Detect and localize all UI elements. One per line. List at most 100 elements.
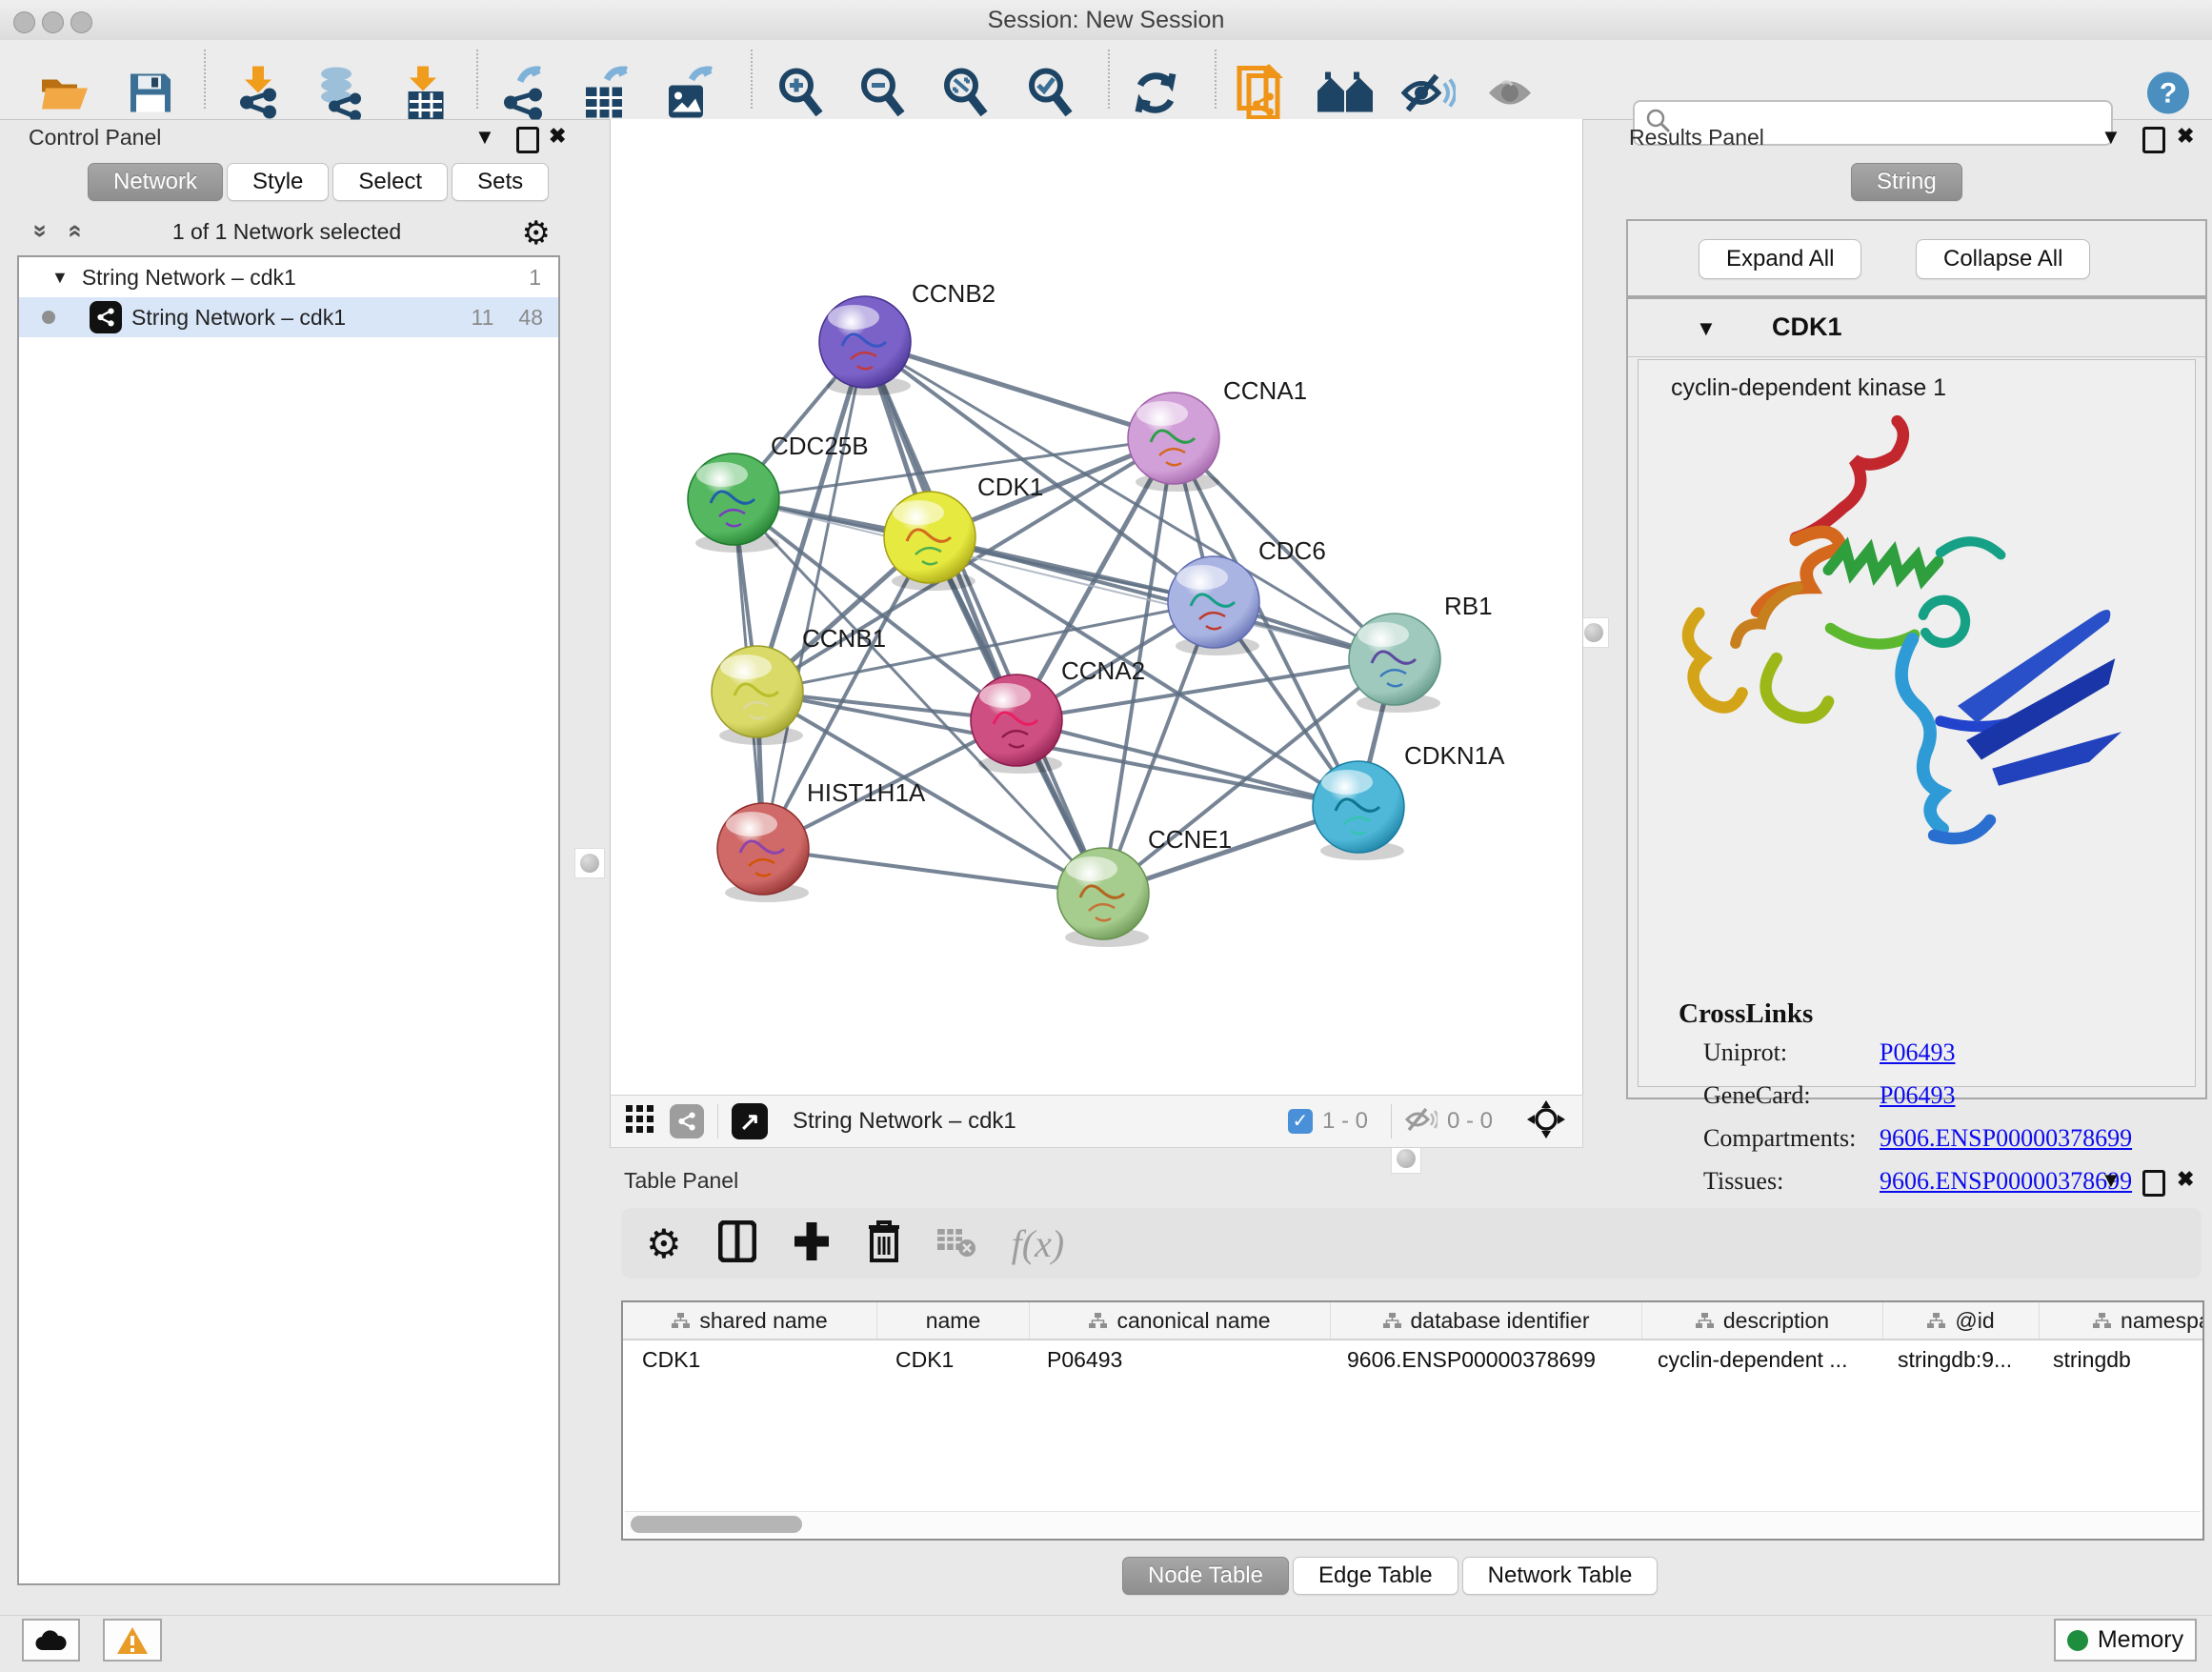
column-header-description[interactable]: description [1642, 1302, 1883, 1339]
warning-icon [116, 1626, 149, 1655]
export-image-icon[interactable] [665, 67, 714, 125]
fit-selected-crosshair-icon[interactable] [1527, 1100, 1565, 1143]
network-row[interactable]: String Network – cdk1 11 48 [19, 297, 558, 337]
tab-string[interactable]: String [1851, 163, 1962, 201]
warning-status-button[interactable] [103, 1619, 162, 1662]
export-table-icon[interactable] [582, 67, 632, 125]
hide-selected-icon[interactable] [1400, 71, 1456, 121]
zoom-window-button[interactable] [70, 11, 92, 33]
clone-network-icon[interactable] [1236, 65, 1285, 127]
node-table[interactable]: shared namenamecanonical namedatabase id… [621, 1300, 2204, 1541]
entry-collapse-icon[interactable]: ▼ [1696, 316, 1717, 341]
memory-status-button[interactable]: Memory [2054, 1619, 2197, 1662]
table-options-gear-icon[interactable]: ⚙ [646, 1220, 682, 1267]
table-cell: CDK1 [623, 1340, 876, 1379]
crosslink-label: GeneCard: [1703, 1081, 1880, 1110]
import-network-from-database-icon[interactable] [312, 67, 365, 125]
table-cell: stringdb:9... [1879, 1340, 2034, 1379]
save-session-icon[interactable] [129, 72, 172, 119]
minimize-window-button[interactable] [42, 11, 64, 33]
import-table-icon[interactable] [404, 67, 446, 125]
results-panel-menu-icon[interactable]: ▼ [2101, 125, 2122, 150]
collection-count: 1 [529, 265, 541, 291]
network-node-hist1h1a[interactable] [717, 803, 809, 902]
network-node-cdkn1a[interactable] [1313, 761, 1404, 860]
zoom-in-icon[interactable] [775, 67, 825, 125]
control-panel-menu-icon[interactable]: ▼ [474, 125, 495, 150]
application-status-bar: Memory [0, 1615, 2212, 1672]
help-icon[interactable]: ? [2146, 71, 2190, 120]
network-edge[interactable] [763, 342, 865, 849]
export-network-icon[interactable] [499, 67, 547, 125]
zoom-fit-icon[interactable] [940, 67, 990, 125]
results-panel-close-icon[interactable]: ✖ [2177, 124, 2194, 149]
apply-layout-icon[interactable] [1131, 69, 1180, 123]
import-network-icon[interactable] [235, 67, 281, 125]
tab-node-table[interactable]: Node Table [1122, 1557, 1289, 1595]
table-panel-menu-icon[interactable]: ▼ [2101, 1168, 2122, 1193]
show-columns-icon[interactable] [718, 1220, 756, 1267]
tab-edge-table[interactable]: Edge Table [1293, 1557, 1458, 1595]
table-panel-float-icon[interactable] [2142, 1170, 2165, 1197]
expand-all-button[interactable]: Expand All [1699, 239, 1861, 279]
zoom-selected-icon[interactable] [1025, 67, 1075, 125]
results-entry-header[interactable]: ▼ CDK1 [1628, 299, 2205, 357]
network-collection-row[interactable]: ▼ String Network – cdk1 1 [19, 257, 558, 297]
collapse-all-button[interactable]: Collapse All [1916, 239, 2090, 279]
tab-network[interactable]: Network [88, 163, 223, 201]
node-label-cdc25b: CDC25B [771, 432, 869, 460]
column-header-namespace[interactable]: namespace [2040, 1302, 2204, 1339]
column-header-canonical-name[interactable]: canonical name [1030, 1302, 1331, 1339]
column-header-database-identifier[interactable]: database identifier [1331, 1302, 1642, 1339]
collection-expand-icon[interactable]: ▼ [51, 268, 69, 288]
network-icon-gray[interactable] [670, 1104, 704, 1138]
first-neighbors-icon[interactable] [1316, 71, 1375, 121]
entry-gene-name: CDK1 [1772, 312, 1842, 342]
delete-column-icon[interactable] [867, 1219, 901, 1268]
table-horizontal-scrollbar[interactable] [625, 1511, 2201, 1537]
network-node-cdc25b[interactable] [688, 453, 779, 553]
network-node-cdk1[interactable] [884, 492, 975, 591]
network-node-ccna1[interactable] [1128, 393, 1219, 492]
column-header-shared-name[interactable]: shared name [623, 1302, 877, 1339]
show-all-icon[interactable] [1485, 72, 1537, 119]
network-edge[interactable] [763, 849, 1103, 894]
crosslink-value-link[interactable]: 9606.ENSP00000378699 [1880, 1124, 2132, 1152]
grid-view-icon[interactable] [626, 1105, 654, 1138]
left-splitter-handle[interactable] [574, 848, 605, 878]
zoom-out-icon[interactable] [857, 67, 907, 125]
tab-sets[interactable]: Sets [452, 163, 549, 201]
control-panel-float-icon[interactable] [516, 127, 539, 153]
scrollbar-thumb[interactable] [631, 1516, 802, 1533]
table-toolbar: ⚙ f(x) [621, 1208, 2202, 1279]
network-node-cdc6[interactable] [1168, 556, 1259, 655]
column-header-name[interactable]: name [877, 1302, 1030, 1339]
network-options-gear-icon[interactable]: ⚙ [522, 214, 551, 252]
crosslink-value-link[interactable]: P06493 [1880, 1038, 1955, 1066]
network-edge[interactable] [865, 342, 1174, 438]
network-node-ccne1[interactable] [1057, 848, 1149, 947]
tab-select[interactable]: Select [332, 163, 448, 201]
node-label-ccne1: CCNE1 [1148, 825, 1232, 854]
tab-network-table[interactable]: Network Table [1462, 1557, 1659, 1595]
crosslink-value-link[interactable]: P06493 [1880, 1081, 1955, 1109]
network-edge[interactable] [865, 342, 1103, 894]
node-label-rb1: RB1 [1444, 592, 1493, 620]
network-node-ccna2[interactable] [971, 675, 1062, 774]
tab-style[interactable]: Style [227, 163, 329, 201]
birdseye-view-icon[interactable]: ↗ [732, 1103, 768, 1139]
results-panel-float-icon[interactable] [2142, 127, 2165, 153]
table-panel-close-icon[interactable]: ✖ [2177, 1167, 2194, 1192]
control-panel-close-icon[interactable]: ✖ [549, 124, 566, 149]
create-column-icon[interactable] [793, 1220, 831, 1267]
network-node-rb1[interactable] [1349, 614, 1440, 713]
column-header--id[interactable]: @id [1883, 1302, 2040, 1339]
table-row[interactable]: CDK1CDK1P064939606.ENSP00000378699cyclin… [623, 1340, 2202, 1379]
open-session-icon[interactable] [40, 72, 90, 119]
close-window-button[interactable] [13, 11, 35, 33]
network-node-ccnb1[interactable] [712, 646, 803, 745]
selected-checkbox-icon[interactable]: ✓ [1288, 1109, 1313, 1134]
crosslink-label: Compartments: [1703, 1124, 1880, 1153]
network-view-canvas[interactable]: CCNB2CCNA1CDC25BCDK1CDC6RB1CCNB1CCNA2CDK… [610, 119, 1583, 1095]
cloud-status-button[interactable] [22, 1619, 80, 1662]
